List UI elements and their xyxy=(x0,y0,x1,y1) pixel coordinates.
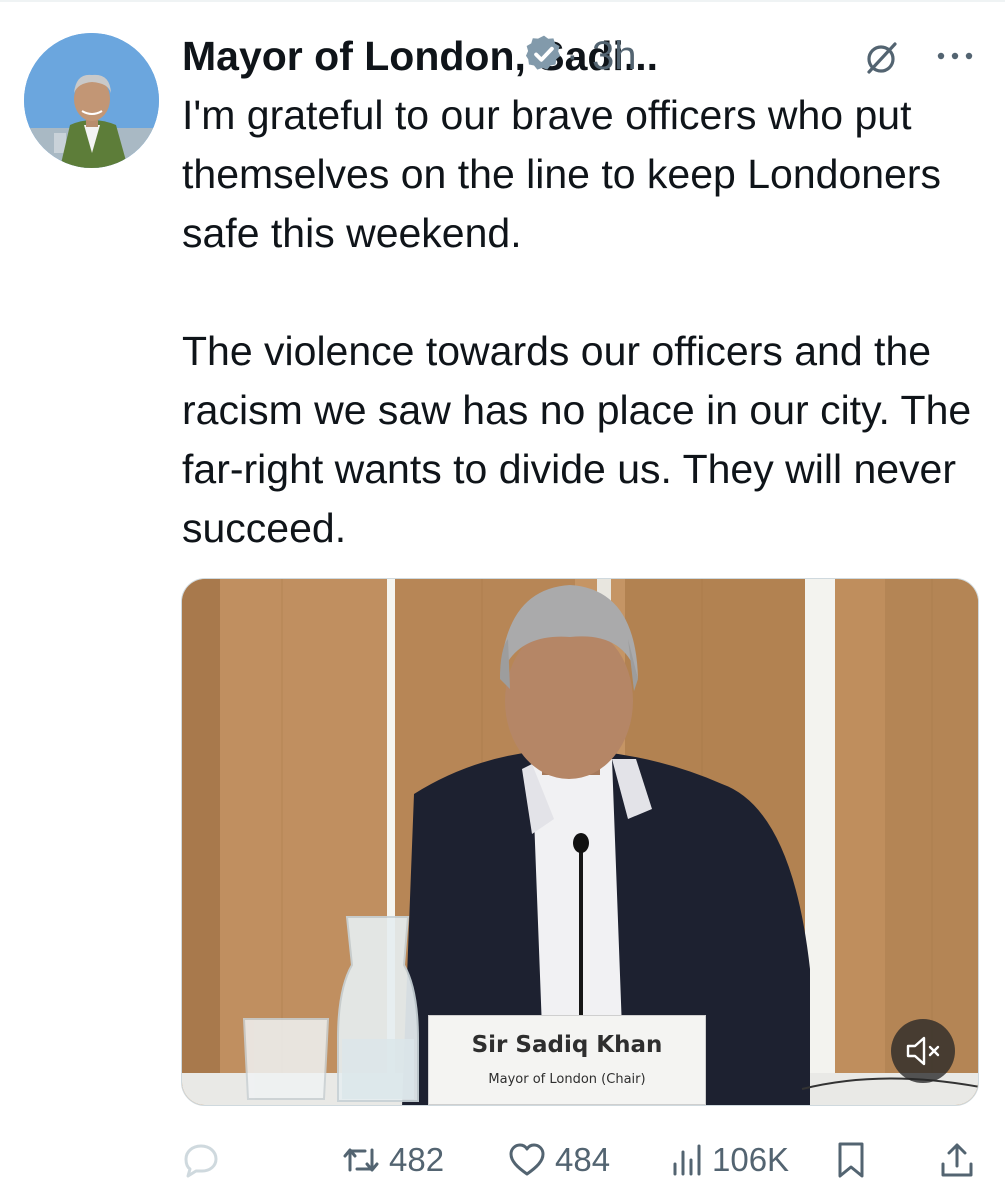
mute-button[interactable] xyxy=(891,1019,955,1083)
heart-icon xyxy=(509,1143,545,1176)
reply-button[interactable] xyxy=(182,1132,220,1188)
reply-icon xyxy=(184,1144,218,1178)
grok-icon[interactable] xyxy=(862,38,902,78)
media-video[interactable]: Sir Sadiq Khan Mayor of London (Chair) xyxy=(181,578,979,1106)
retweet-button[interactable]: 482 xyxy=(341,1132,444,1188)
share-icon xyxy=(941,1143,973,1177)
views-icon xyxy=(673,1144,701,1176)
tweet[interactable]: Mayor of London, Sadi... · 3h I'm gratef… xyxy=(0,0,1005,1200)
bookmark-button[interactable] xyxy=(834,1132,868,1188)
nameplate-role: Mayor of London (Chair) xyxy=(488,1072,646,1087)
bookmark-icon xyxy=(838,1142,864,1178)
avatar-image xyxy=(24,33,159,168)
author-name[interactable]: Mayor of London, Sadi... xyxy=(182,28,658,84)
separator-dot: · xyxy=(566,35,579,77)
nameplate-name: Sir Sadiq Khan xyxy=(471,1032,663,1058)
share-button[interactable] xyxy=(938,1132,976,1188)
avatar[interactable] xyxy=(24,33,159,168)
nameplate: Sir Sadiq Khan Mayor of London (Chair) xyxy=(428,1015,706,1105)
more-options-icon[interactable] xyxy=(935,46,975,66)
like-button[interactable]: 484 xyxy=(507,1132,610,1188)
post-time[interactable]: 3h xyxy=(592,28,637,84)
divider xyxy=(0,0,1005,2)
retweet-icon xyxy=(343,1148,379,1172)
views-button[interactable]: 106K xyxy=(670,1132,789,1188)
like-count: 484 xyxy=(555,1141,611,1178)
verified-badge-icon[interactable] xyxy=(523,33,565,75)
action-bar: 482 484 106K xyxy=(0,1132,1005,1188)
view-count: 106K xyxy=(712,1141,790,1178)
retweet-count: 482 xyxy=(389,1141,445,1178)
tweet-text: I'm grateful to our brave officers who p… xyxy=(182,92,972,551)
speaker-muted-icon xyxy=(906,1036,940,1066)
